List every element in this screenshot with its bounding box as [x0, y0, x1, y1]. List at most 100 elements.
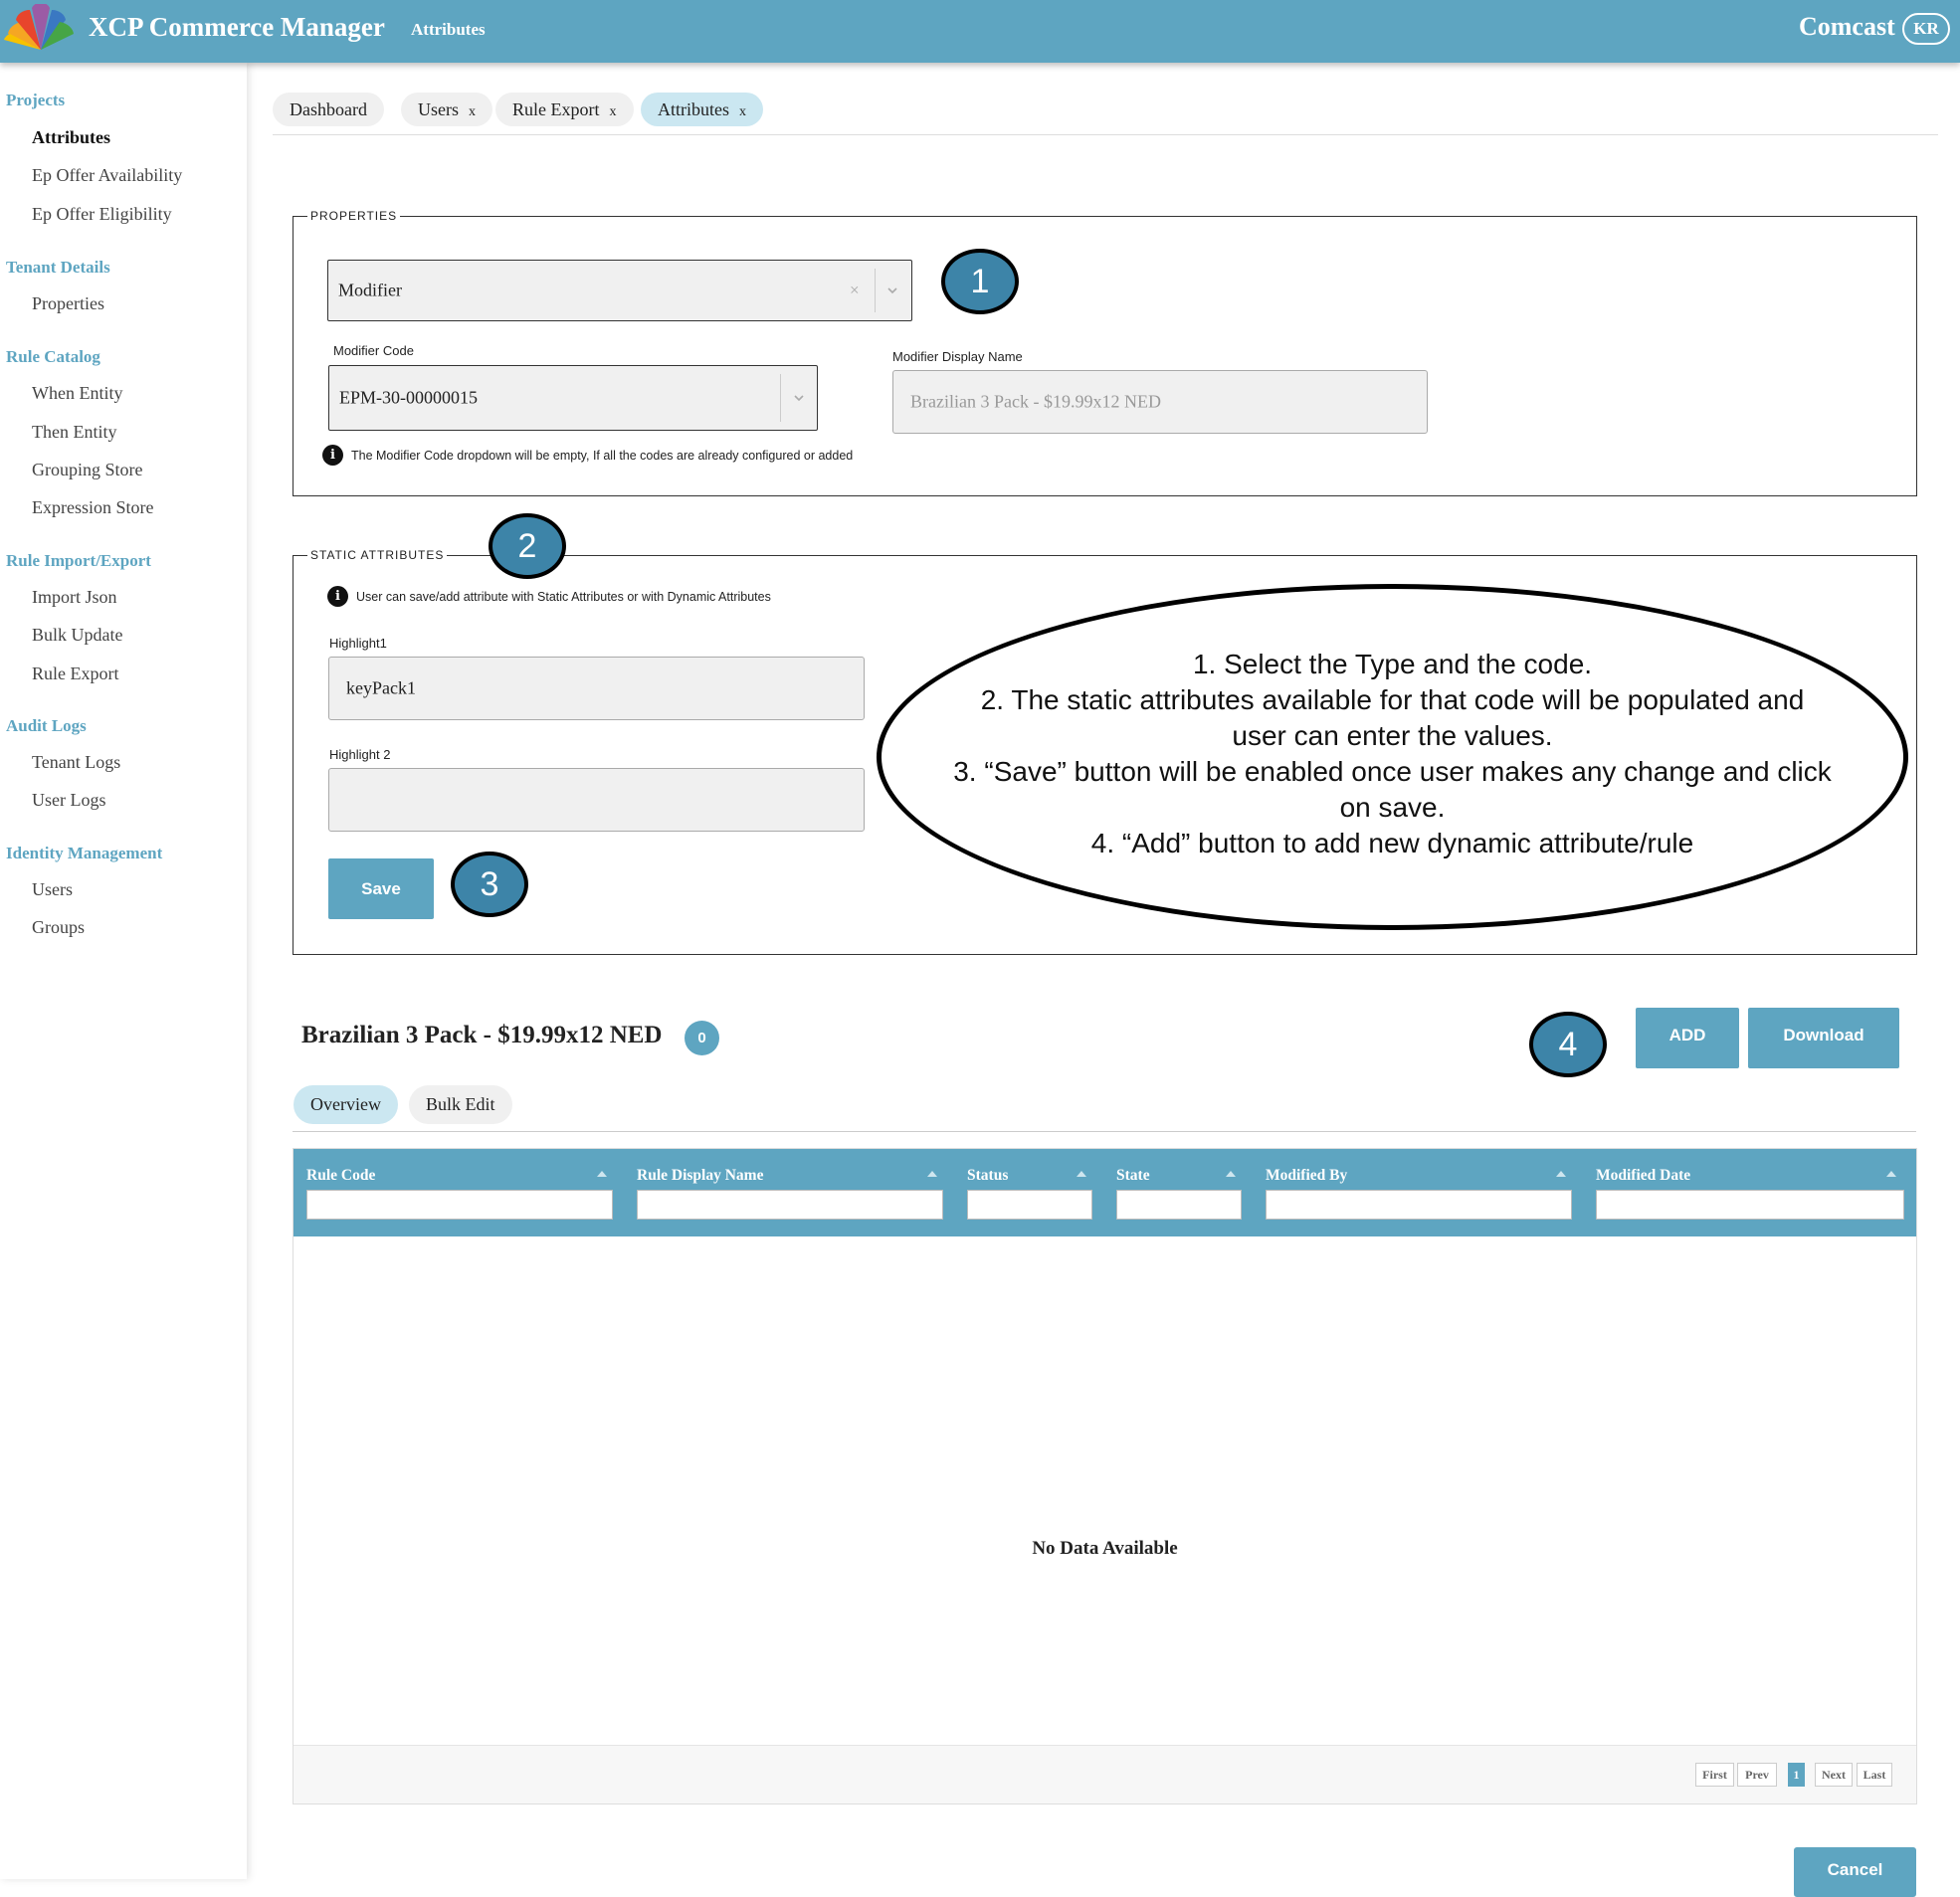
display-name-value: Brazilian 3 Pack - $19.99x12 NED	[910, 391, 1161, 412]
sort-up-icon[interactable]	[1886, 1171, 1896, 1177]
annotation-line: 3. “Save” button will be enabled once us…	[953, 756, 1832, 787]
annotation-note: 1. Select the Type and the code. 2. The …	[877, 647, 1908, 861]
sidebar-item-expression-store[interactable]: Expression Store	[32, 497, 153, 518]
tab-attributes[interactable]: Attributes x	[641, 93, 763, 126]
sidebar-item-groups[interactable]: Groups	[32, 917, 85, 938]
column-status[interactable]: Status	[967, 1149, 1092, 1236]
chevron-down-icon[interactable]	[885, 284, 899, 297]
sidebar-item-rule-export[interactable]: Rule Export	[32, 664, 119, 684]
static-attributes-info: i User can save/add attribute with Stati…	[327, 586, 771, 607]
pager-last-button[interactable]: Last	[1857, 1763, 1892, 1787]
static-attributes-legend: STATIC ATTRIBUTES	[310, 548, 445, 562]
sidebar-item-then-entity[interactable]: Then Entity	[32, 422, 116, 443]
user-avatar[interactable]: KR	[1902, 13, 1950, 45]
pager-next-button[interactable]: Next	[1815, 1763, 1853, 1787]
highlight1-label: Highlight1	[329, 636, 387, 651]
download-button[interactable]: Download	[1748, 1008, 1899, 1068]
step-marker-2: 2	[489, 513, 566, 579]
cancel-button[interactable]: Cancel	[1794, 1847, 1916, 1897]
sort-up-icon[interactable]	[597, 1171, 607, 1177]
pager-prev-button[interactable]: Prev	[1737, 1763, 1777, 1787]
close-icon[interactable]: x	[610, 104, 617, 119]
sort-up-icon[interactable]	[1556, 1171, 1566, 1177]
sidebar-item-user-logs[interactable]: User Logs	[32, 790, 106, 811]
annotation-line: 4. “Add” button to add new dynamic attri…	[1090, 828, 1694, 858]
tab-label: Users	[418, 99, 459, 119]
sort-up-icon[interactable]	[1077, 1171, 1086, 1177]
sidebar-item-grouping-store[interactable]: Grouping Store	[32, 460, 143, 480]
sidebar-section-projects[interactable]: Projects	[6, 91, 65, 110]
column-modified-date[interactable]: Modified Date	[1596, 1149, 1904, 1236]
modifier-code-label: Modifier Code	[333, 343, 414, 358]
filter-input-modified-date[interactable]	[1596, 1190, 1904, 1220]
column-modified-by[interactable]: Modified By	[1266, 1149, 1572, 1236]
highlight1-input[interactable]: keyPack1	[328, 657, 865, 720]
sidebar-item-ep-offer-eligibility[interactable]: Ep Offer Eligibility	[32, 204, 172, 225]
column-header-label: Status	[967, 1167, 1009, 1184]
annotation-line: 1. Select the Type and the code.	[1192, 649, 1593, 679]
highlight2-input[interactable]	[328, 768, 865, 832]
tab-label: Dashboard	[290, 99, 367, 119]
tab-users[interactable]: Users x	[401, 93, 492, 126]
column-header-label: Modified Date	[1596, 1167, 1691, 1184]
highlight1-value: keyPack1	[346, 677, 416, 698]
clear-icon[interactable]: ×	[850, 281, 860, 300]
app-title[interactable]: XCP Commerce Manager	[89, 12, 385, 43]
sidebar-item-users[interactable]: Users	[32, 879, 73, 900]
sidebar-section-rule-catalog[interactable]: Rule Catalog	[6, 347, 100, 367]
tab-bulk-edit[interactable]: Bulk Edit	[409, 1085, 512, 1124]
add-button[interactable]: ADD	[1636, 1008, 1739, 1068]
column-state[interactable]: State	[1116, 1149, 1242, 1236]
filter-input-state[interactable]	[1116, 1190, 1242, 1220]
chevron-down-icon[interactable]	[792, 391, 806, 405]
tab-dashboard[interactable]: Dashboard	[273, 93, 384, 126]
sidebar-item-when-entity[interactable]: When Entity	[32, 383, 122, 404]
sidebar-item-bulk-update[interactable]: Bulk Update	[32, 625, 123, 646]
column-rule-code[interactable]: Rule Code	[306, 1149, 613, 1236]
rules-table: Rule Code Rule Display Name Status State…	[293, 1148, 1917, 1804]
tab-overview[interactable]: Overview	[294, 1085, 398, 1124]
sidebar-section-identity-management[interactable]: Identity Management	[6, 844, 162, 863]
annotation-line: on save.	[1339, 792, 1446, 823]
sidebar-section-audit-logs[interactable]: Audit Logs	[6, 716, 87, 736]
sidebar-item-import-json[interactable]: Import Json	[32, 587, 117, 608]
modifier-code-select[interactable]: EPM-30-00000015	[328, 365, 818, 431]
filter-input-rule-display-name[interactable]	[637, 1190, 943, 1220]
tab-rule-export[interactable]: Rule Export x	[495, 93, 634, 126]
type-select[interactable]: Modifier ×	[327, 260, 912, 321]
close-icon[interactable]: x	[739, 104, 746, 119]
close-icon[interactable]: x	[469, 104, 476, 119]
column-rule-display-name[interactable]: Rule Display Name	[637, 1149, 943, 1236]
sidebar: Projects Attributes Ep Offer Availabilit…	[0, 63, 247, 1879]
brand-name: Comcast	[1799, 12, 1895, 41]
sidebar-item-properties[interactable]: Properties	[32, 293, 104, 314]
sidebar-item-tenant-logs[interactable]: Tenant Logs	[32, 752, 120, 773]
highlight2-label: Highlight 2	[329, 747, 391, 762]
pager-page-1[interactable]: 1	[1788, 1763, 1805, 1787]
type-select-value: Modifier	[338, 280, 402, 300]
sidebar-section-rule-import-export[interactable]: Rule Import/Export	[6, 551, 151, 571]
sidebar-section-tenant-details[interactable]: Tenant Details	[6, 258, 110, 278]
peacock-logo-icon	[4, 4, 74, 50]
info-icon: i	[322, 445, 343, 466]
sort-up-icon[interactable]	[1226, 1171, 1236, 1177]
sort-up-icon[interactable]	[927, 1171, 937, 1177]
filter-input-status[interactable]	[967, 1190, 1092, 1220]
sidebar-item-attributes[interactable]: Attributes	[32, 127, 110, 148]
rules-count-badge: 0	[685, 1021, 719, 1055]
display-name-field[interactable]: Brazilian 3 Pack - $19.99x12 NED	[892, 370, 1428, 434]
static-attributes-info-text: User can save/add attribute with Static …	[356, 589, 771, 604]
pager-first-button[interactable]: First	[1695, 1763, 1734, 1787]
filter-input-modified-by[interactable]	[1266, 1190, 1572, 1220]
step-marker-1: 1	[941, 249, 1019, 314]
column-header-label: Rule Display Name	[637, 1167, 764, 1184]
sidebar-item-ep-offer-availability[interactable]: Ep Offer Availability	[32, 165, 182, 186]
save-button[interactable]: Save	[328, 858, 434, 919]
filter-input-rule-code[interactable]	[306, 1190, 613, 1220]
tabs-divider	[273, 134, 1938, 135]
annotation-line: 2. The static attributes available for t…	[980, 684, 1805, 715]
subtabs-divider	[293, 1131, 1916, 1132]
display-name-label: Modifier Display Name	[892, 349, 1023, 364]
annotation-line: user can enter the values.	[1232, 720, 1553, 751]
rules-section-title: Brazilian 3 Pack - $19.99x12 NED	[301, 1022, 663, 1048]
